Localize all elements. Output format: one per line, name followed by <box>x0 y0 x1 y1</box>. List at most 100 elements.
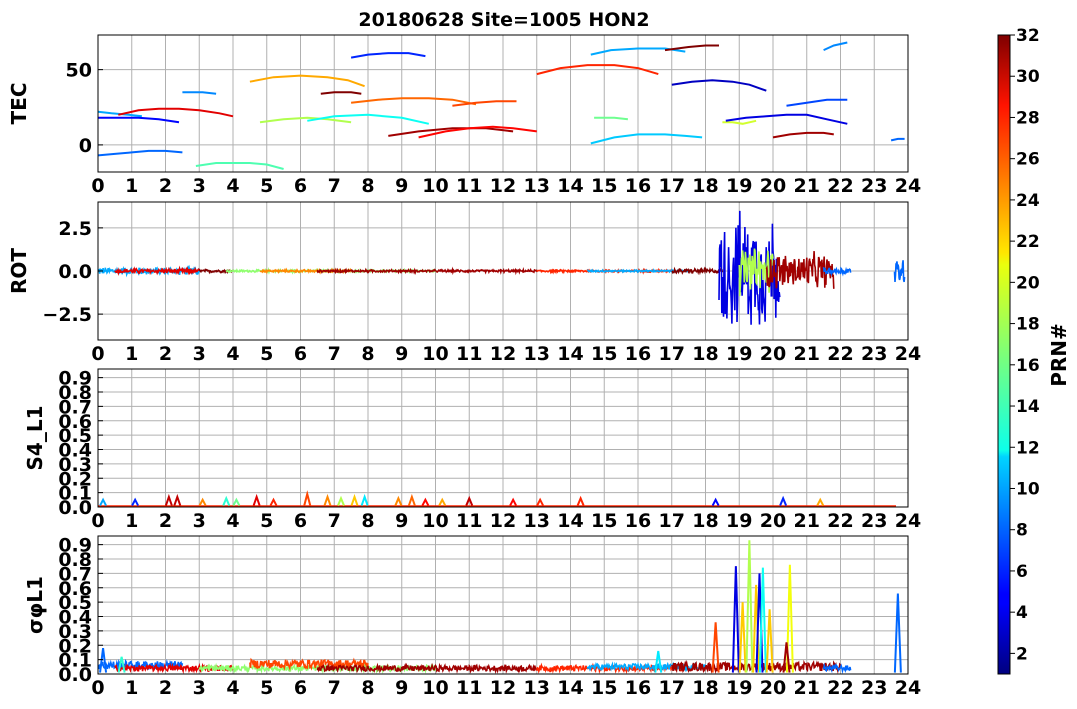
spike-prn-26 <box>303 490 312 506</box>
x-tick-label: 14 <box>557 175 583 197</box>
x-tick-label: 7 <box>328 677 341 699</box>
x-tick-label: 2 <box>159 677 172 699</box>
x-tick-label: 14 <box>557 677 583 699</box>
x-tick-label: 5 <box>260 510 273 532</box>
y-axis-label: S4_L1 <box>23 406 47 471</box>
series-prn-18 <box>259 116 352 124</box>
y-tick-label: −2.5 <box>42 304 92 326</box>
x-tick-label: 7 <box>328 175 341 197</box>
x-tick-label: 1 <box>125 175 138 197</box>
y-tick-label: 2.5 <box>58 218 92 240</box>
x-tick-label: 15 <box>591 510 617 532</box>
colorbar-tick-label: 24 <box>1016 191 1040 211</box>
x-tick-label: 16 <box>625 677 651 699</box>
x-tick-label: 3 <box>193 343 206 365</box>
x-tick-label: 10 <box>422 343 448 365</box>
x-tick-label: 20 <box>760 175 786 197</box>
series-prn-15 <box>195 162 284 170</box>
x-tick-label: 6 <box>294 510 307 532</box>
colorbar-tick-label: 26 <box>1016 150 1040 170</box>
spike-prn-18 <box>337 495 345 506</box>
series-prn-9 <box>823 41 848 52</box>
x-tick-label: 1 <box>125 343 138 365</box>
plot-area <box>98 41 905 170</box>
series-prn-32 <box>320 91 362 95</box>
x-tick-label: 10 <box>422 510 448 532</box>
x-tick-label: 17 <box>659 343 685 365</box>
colorbar-tick-label: 20 <box>1016 273 1040 293</box>
x-tick-label: 6 <box>294 677 307 699</box>
colorbar-tick-label: 12 <box>1016 438 1040 458</box>
colorbar-tick-label: 28 <box>1016 108 1040 128</box>
spike-prn-22 <box>350 493 359 506</box>
spike-prn-18 <box>745 540 754 673</box>
y-axis-label: ROT <box>7 248 31 294</box>
x-tick-label: 5 <box>260 343 273 365</box>
rot-trace-prn-32 <box>671 266 724 276</box>
spike-prn-27 <box>269 497 278 507</box>
x-tick-label: 21 <box>794 175 820 197</box>
y-tick-label: 0 <box>79 135 92 157</box>
x-tick-label: 8 <box>361 175 374 197</box>
x-tick-label: 19 <box>726 343 752 365</box>
y-axis-label: σφL1 <box>23 576 47 634</box>
spike-prn-24 <box>198 497 207 507</box>
x-tick-label: 11 <box>456 677 482 699</box>
y-tick-label: 0.9 <box>58 535 92 557</box>
series-prn-31 <box>772 131 834 139</box>
colorbar-tick-label: 32 <box>1016 26 1040 46</box>
x-tick-label: 13 <box>524 175 550 197</box>
y-tick-label: 0.0 <box>58 261 92 283</box>
series-prn-11 <box>590 133 703 145</box>
x-tick-label: 16 <box>625 175 651 197</box>
colorbar-tick-label: 4 <box>1016 603 1028 623</box>
x-tick-label: 15 <box>591 677 617 699</box>
x-tick-label: 12 <box>490 677 516 699</box>
x-tick-label: 10 <box>422 677 448 699</box>
series-prn-16 <box>594 116 629 121</box>
x-tick-label: 11 <box>456 510 482 532</box>
spike-prn-23 <box>438 497 447 507</box>
spike-prn-5 <box>711 497 720 507</box>
series-prn-5 <box>98 116 180 124</box>
x-tick-label: 17 <box>659 175 685 197</box>
series-prn-8 <box>98 149 183 157</box>
x-tick-label: 19 <box>726 175 752 197</box>
spike-prn-28 <box>509 497 518 507</box>
spike-prn-4 <box>731 566 740 673</box>
x-tick-label: 4 <box>226 343 239 365</box>
spike-prn-6 <box>779 495 788 506</box>
spike-prn-8 <box>893 593 902 673</box>
x-tick-label: 18 <box>692 510 718 532</box>
panel-tec: 0 1 2 3 4 5 6 7 8 9 10 11 12 13 14 15 16 17 18 19 20 21 22 23 24… <box>7 34 921 197</box>
x-tick-label: 12 <box>490 343 516 365</box>
figure: 20180628 Site=1005 HON2 0 1 2 3 4 5 6 7 8 9 10 11 12… <box>7 9 1071 699</box>
x-tick-label: 23 <box>861 510 887 532</box>
x-tick-label: 16 <box>625 343 651 365</box>
x-tick-label: 5 <box>260 175 273 197</box>
x-tick-label: 17 <box>659 510 685 532</box>
x-tick-label: 20 <box>760 677 786 699</box>
x-tick-label: 24 <box>895 343 921 365</box>
x-tick-label: 23 <box>861 175 887 197</box>
y-axis-label: TEC <box>7 83 31 125</box>
chart-title: 20180628 Site=1005 HON2 <box>358 9 649 31</box>
colorbar-tick-label: 14 <box>1016 397 1040 417</box>
x-tick-label: 12 <box>490 175 516 197</box>
x-tick-label: 7 <box>328 510 341 532</box>
colorbar: 2468101214161820222426283032 PRN# <box>997 26 1071 675</box>
series-prn-4 <box>725 113 848 125</box>
spike-prn-12 <box>360 493 369 506</box>
grid <box>97 369 909 508</box>
x-tick-label: 15 <box>591 343 617 365</box>
x-tick-label: 14 <box>557 510 583 532</box>
x-tick-label: 2 <box>159 175 172 197</box>
spike-prn-26 <box>711 622 720 673</box>
y-tick-label: 0.9 <box>58 368 92 390</box>
panels: 0 1 2 3 4 5 6 7 8 9 10 11 12 13 14 15 16 17 18 19 20 21 22 23 24… <box>7 34 921 699</box>
x-tick-label: 1 <box>125 677 138 699</box>
x-tick-label: 7 <box>328 343 341 365</box>
colorbar-label: PRN# <box>1047 323 1071 387</box>
colorbar-tick-label: 6 <box>1016 562 1028 582</box>
x-tick-label: 17 <box>659 677 685 699</box>
